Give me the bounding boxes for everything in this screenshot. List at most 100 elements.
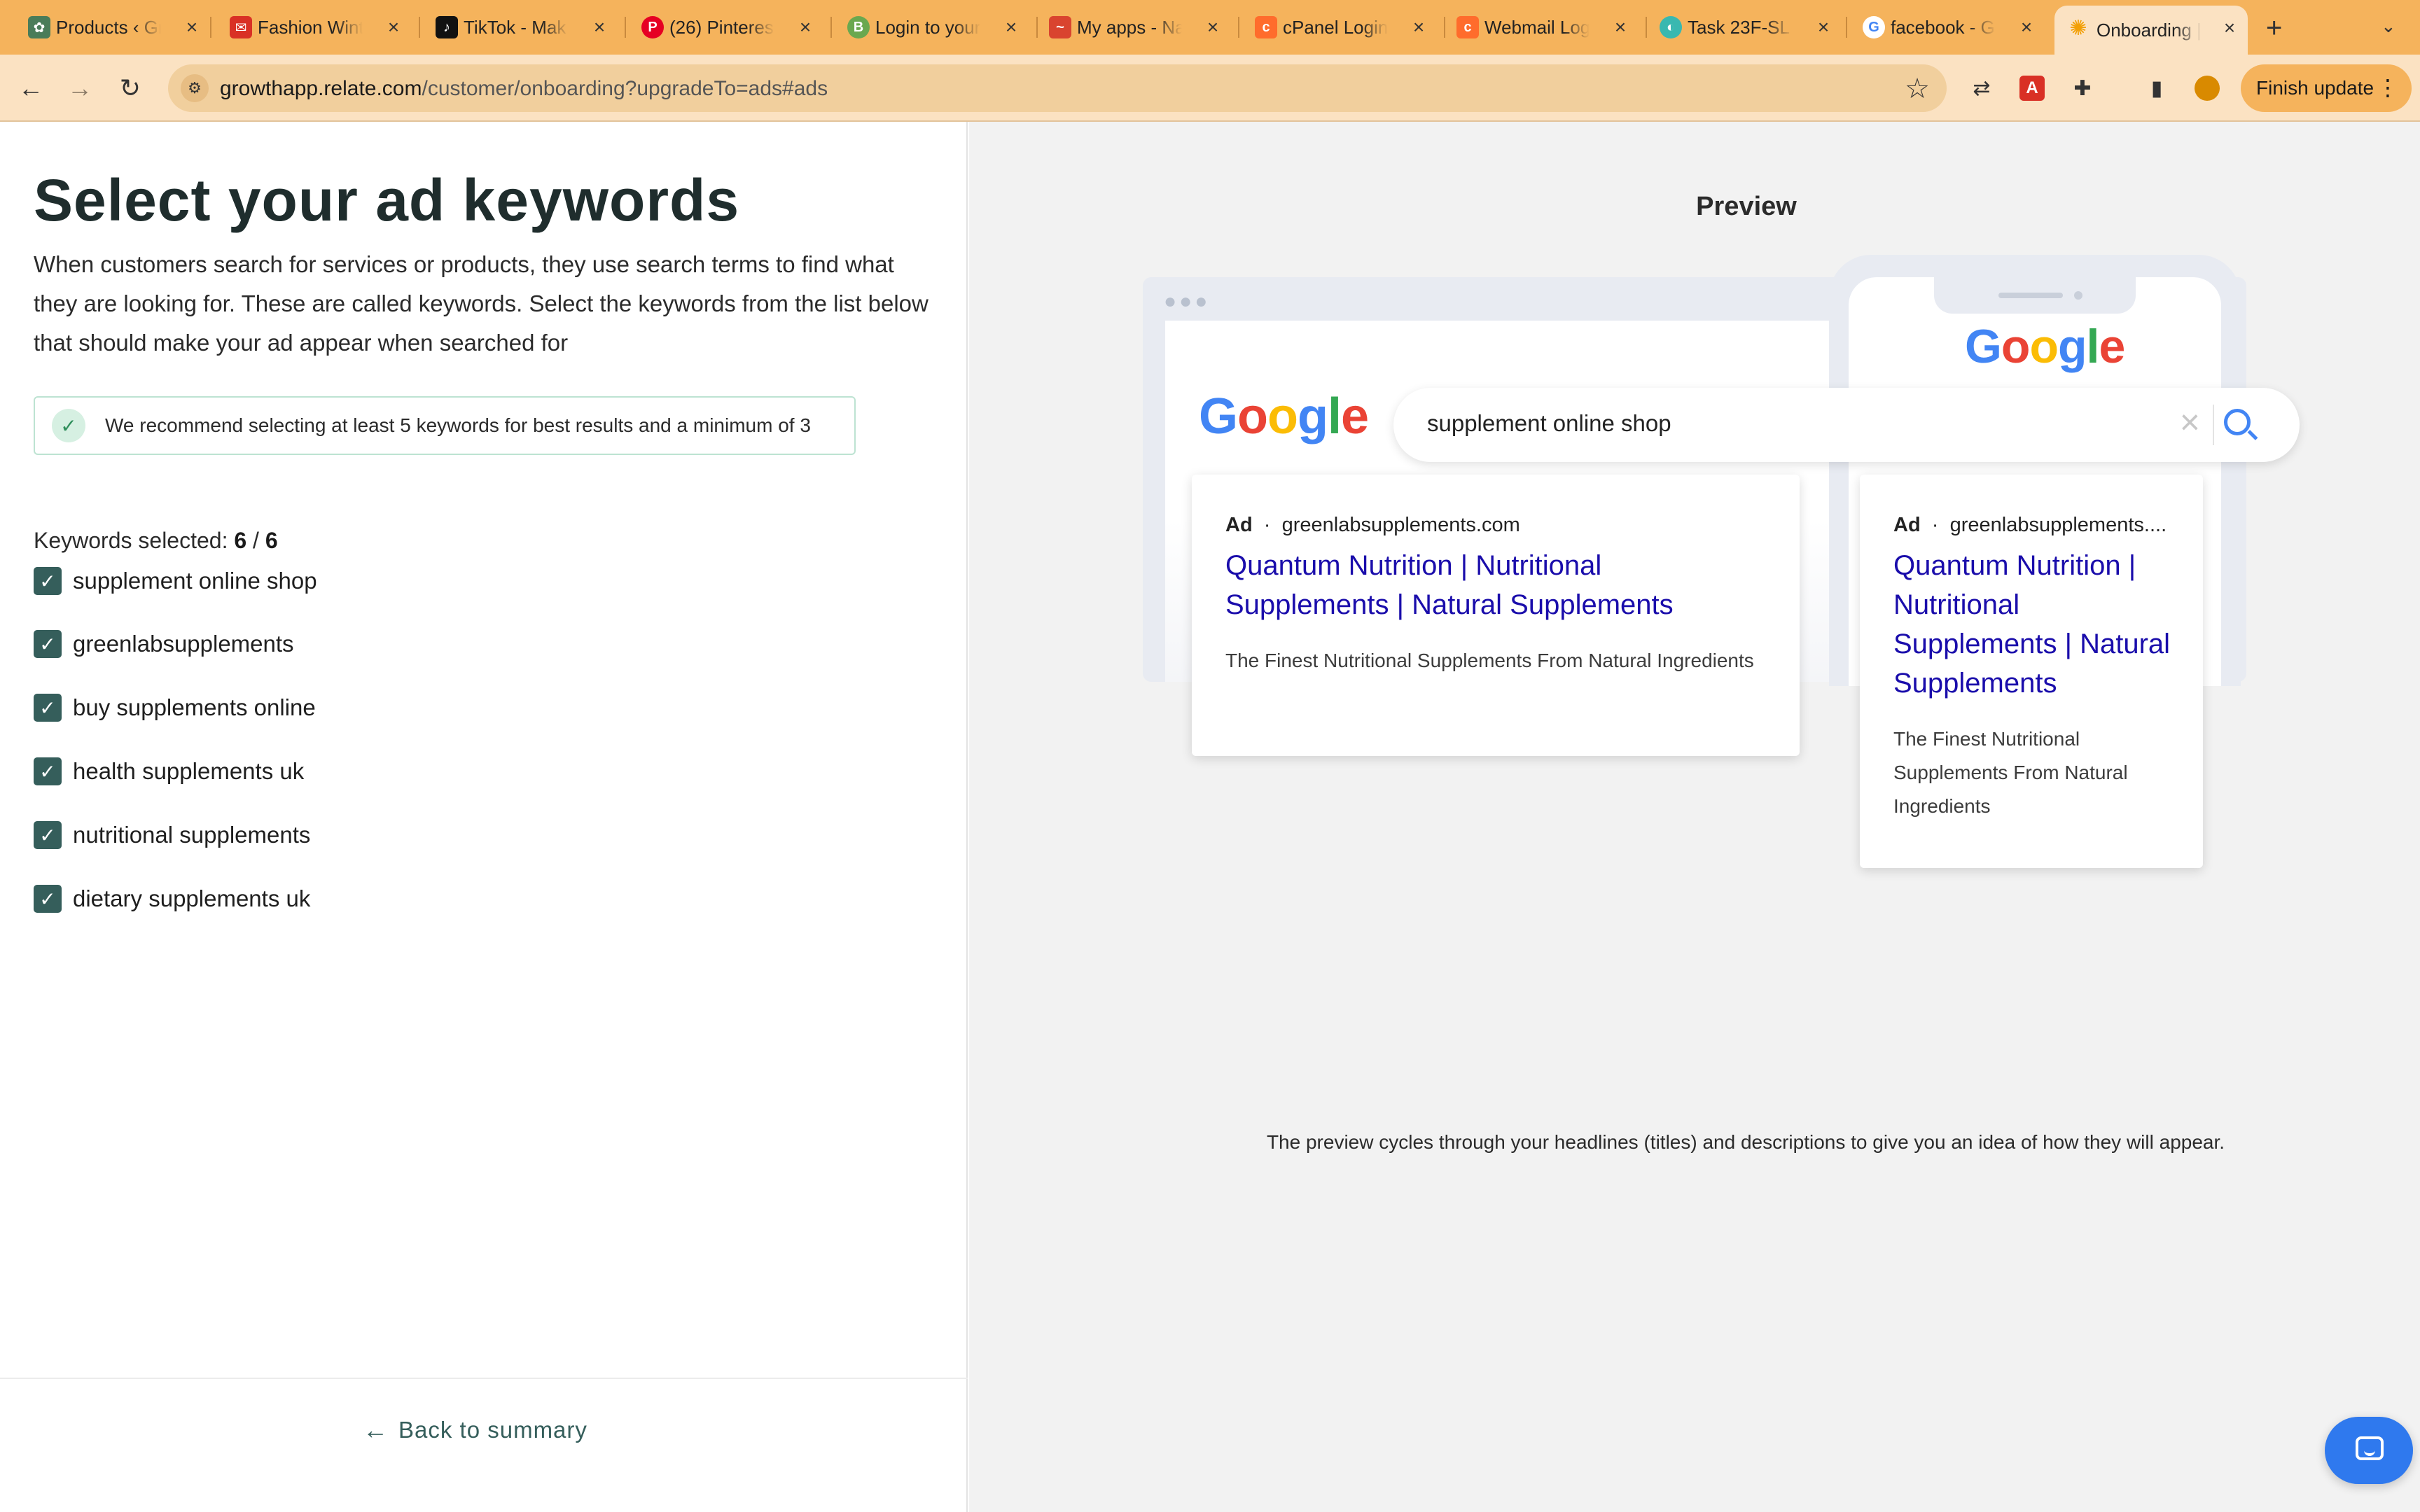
keyword-item[interactable]: ✓ buy supplements online (34, 692, 316, 723)
close-tab-icon[interactable]: × (1000, 16, 1022, 38)
search-icon (2224, 409, 2251, 435)
tab-search-chevron-icon[interactable]: ⌄ (2381, 15, 2396, 37)
checkbox-checked[interactable]: ✓ (34, 630, 62, 658)
close-tab-icon[interactable]: × (1609, 16, 1632, 38)
chat-support-button[interactable] (2325, 1417, 2413, 1484)
recommendation-notice: ✓ We recommend selecting at least 5 keyw… (34, 396, 856, 455)
finish-update-button[interactable]: Finish update ⋮ (2241, 64, 2412, 112)
ad-meta: Ad · greenlabsupplements.... (1893, 514, 2167, 536)
close-tab-icon[interactable]: × (588, 16, 611, 38)
side-panel-icon[interactable]: ▮ (2140, 71, 2174, 105)
site-settings-icon[interactable]: ⚙ (181, 74, 209, 102)
google-icon: G (1863, 16, 1885, 38)
keywords-panel: Select your ad keywords When customers s… (0, 122, 968, 1512)
arrow-left-icon: ← (363, 1415, 389, 1444)
checkbox-checked[interactable]: ✓ (34, 694, 62, 722)
ad-description: The Finest Nutritional Supplements From … (1225, 650, 1754, 671)
bookmark-star-icon[interactable]: ☆ (1905, 73, 1930, 105)
growth-logo-icon: ✿ (28, 16, 50, 38)
tab-separator (1238, 17, 1239, 38)
page-title: Select your ad keywords (34, 167, 740, 233)
tab-pinterest[interactable]: P (26) Pinteres × (641, 7, 816, 48)
checkbox-checked[interactable]: ✓ (34, 567, 62, 595)
tab-onboarding[interactable]: ✺ Onboarding | × (2054, 6, 2248, 55)
search-query-text: supplement online shop (1427, 410, 1671, 436)
tab-my-apps[interactable]: ~ My apps - Na × (1049, 7, 1224, 48)
address-bar[interactable]: ⚙ growthapp.relate.com/customer/onboardi… (168, 64, 1947, 112)
ad-headline: Quantum Nutrition | Nutritional Suppleme… (1893, 550, 2171, 699)
profile-avatar-icon[interactable] (2190, 71, 2224, 105)
google-logo-mobile: Google (1965, 320, 2125, 373)
globe-icon: ◐ (1660, 16, 1682, 38)
mobile-ad-preview: Ad · greenlabsupplements.... Quantum Nut… (1860, 475, 2203, 868)
back-arrow-icon[interactable]: ← (13, 70, 49, 106)
apps-icon: ~ (1049, 16, 1071, 38)
chat-icon (2356, 1436, 2384, 1460)
tab-separator (625, 17, 626, 38)
tab-cpanel[interactable]: c cPanel Login × (1255, 7, 1430, 48)
more-menu-icon[interactable]: ⋮ (2377, 74, 2399, 101)
close-tab-icon[interactable]: × (2218, 17, 2241, 39)
keyword-item[interactable]: ✓ dietary supplements uk (34, 883, 310, 914)
close-tab-icon[interactable]: × (1202, 16, 1224, 38)
close-tab-icon[interactable]: × (1812, 16, 1835, 38)
tab-separator (1646, 17, 1647, 38)
checkbox-checked[interactable]: ✓ (34, 885, 62, 913)
preview-caption: The preview cycles through your headline… (1266, 1131, 2225, 1153)
keyword-item[interactable]: ✓ nutritional supplements (34, 820, 310, 850)
tab-products[interactable]: ✿ Products ‹ Gr × (28, 7, 203, 48)
puzzle-extensions-icon[interactable]: ✚ (2066, 71, 2099, 105)
ad-meta: Ad · greenlabsupplements.com (1225, 514, 1520, 536)
tab-facebook-google[interactable]: G facebook - G × (1863, 7, 2038, 48)
close-tab-icon[interactable]: × (2015, 16, 2038, 38)
tab-login[interactable]: B Login to your × (847, 7, 1022, 48)
tab-separator (1036, 17, 1038, 38)
close-tab-icon[interactable]: × (181, 16, 203, 38)
tab-task[interactable]: ◐ Task 23F-SL × (1660, 7, 1835, 48)
acrobat-extension-icon[interactable]: A (2015, 71, 2049, 105)
url-text[interactable]: growthapp.relate.com/customer/onboarding… (220, 77, 828, 101)
tab-fashion[interactable]: ✉ Fashion Wint × (230, 7, 405, 48)
tab-webmail[interactable]: c Webmail Log × (1456, 7, 1632, 48)
close-tab-icon[interactable]: × (382, 16, 405, 38)
reload-icon[interactable]: ↻ (112, 70, 148, 106)
keywords-selected-counter: Keywords selected: 6 / 6 (34, 528, 278, 553)
keyword-item[interactable]: ✓ health supplements uk (34, 756, 304, 787)
tab-tiktok[interactable]: ♪ TikTok - Mak × (436, 7, 611, 48)
tab-separator (419, 17, 420, 38)
pinterest-icon: P (641, 16, 664, 38)
b-logo-icon: B (847, 16, 870, 38)
checkbox-checked[interactable]: ✓ (34, 757, 62, 785)
forward-arrow-icon[interactable]: → (62, 70, 98, 106)
extension-icon[interactable]: ⇄ (1965, 71, 1998, 105)
search-divider (2213, 405, 2214, 445)
tiktok-icon: ♪ (436, 16, 458, 38)
relate-icon: ✺ (2069, 16, 2087, 40)
browser-toolbar: ← → ↻ ⚙ growthapp.relate.com/customer/on… (0, 55, 2420, 122)
mail-icon: ✉ (230, 16, 252, 38)
keyword-item[interactable]: ✓ greenlabsupplements (34, 629, 294, 659)
browser-tab-bar: ✿ Products ‹ Gr × ✉ Fashion Wint × ♪ Tik… (0, 0, 2420, 55)
close-tab-icon[interactable]: × (1407, 16, 1430, 38)
close-tab-icon[interactable]: × (794, 16, 816, 38)
cpanel-icon: c (1255, 16, 1277, 38)
new-tab-button[interactable]: + (2266, 14, 2282, 42)
window-dots-icon: ●●● (1164, 290, 1211, 313)
ad-description: The Finest Nutritional Supplements From … (1893, 728, 2128, 817)
phone-speaker (1998, 293, 2063, 298)
tab-separator (1846, 17, 1847, 38)
cpanel-icon: c (1456, 16, 1479, 38)
preview-panel: Preview ●●● Google Google supplement onl… (969, 122, 2420, 1512)
intro-text: When customers search for services or pr… (34, 251, 929, 356)
tab-separator (210, 17, 211, 38)
preview-search-box: supplement online shop × (1393, 388, 2300, 462)
preview-title: Preview (1696, 192, 1797, 221)
ad-headline: Quantum Nutrition | Nutritional Suppleme… (1225, 550, 1674, 620)
back-to-summary-link[interactable]: ← Back to summary (363, 1415, 587, 1445)
checkbox-checked[interactable]: ✓ (34, 821, 62, 849)
tab-separator (830, 17, 832, 38)
notice-text: We recommend selecting at least 5 keywor… (105, 414, 811, 436)
keyword-item[interactable]: ✓ supplement online shop (34, 566, 317, 596)
phone-camera (2074, 291, 2082, 300)
clear-icon: × (2179, 402, 2200, 442)
